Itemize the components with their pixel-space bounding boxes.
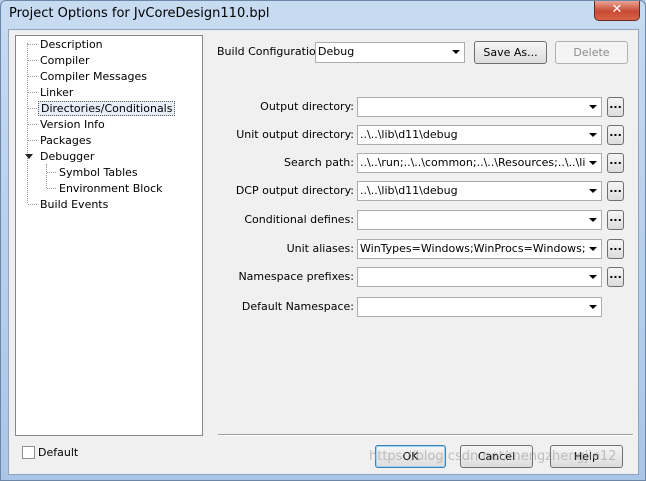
output-directory-label: Output directory: bbox=[260, 100, 354, 113]
dcp-output-directory-browse-button[interactable]: ... bbox=[607, 181, 624, 201]
dcp-output-directory-label: DCP output directory: bbox=[235, 184, 354, 197]
tree-line bbox=[27, 43, 28, 203]
tree-item-build-events[interactable]: Build Events bbox=[38, 197, 110, 212]
build-configuration-value: Debug bbox=[318, 45, 355, 58]
conditional-defines-browse-button[interactable]: ... bbox=[607, 210, 624, 230]
tree-item-linker[interactable]: Linker bbox=[38, 85, 75, 100]
tree-line bbox=[28, 76, 37, 77]
unit-aliases-input[interactable]: WinTypes=Windows;WinProcs=Windows;DbiT bbox=[357, 239, 602, 259]
save-as-button[interactable]: Save As... bbox=[474, 41, 547, 64]
default-checkbox-label[interactable]: Default bbox=[38, 446, 78, 459]
search-path-input[interactable]: ..\..\run;..\..\common;..\..\Resources;.… bbox=[357, 153, 602, 173]
bottom-separator bbox=[218, 434, 633, 436]
close-button[interactable]: ✕ bbox=[594, 1, 640, 21]
conditional-defines-label: Conditional defines: bbox=[244, 213, 354, 226]
cancel-button[interactable]: Cancel bbox=[460, 445, 533, 468]
unit-output-directory-browse-button[interactable]: ... bbox=[607, 125, 624, 145]
tree-line bbox=[28, 140, 37, 141]
build-configuration-label: Build Configuration bbox=[217, 45, 323, 58]
tree-item-compiler[interactable]: Compiler bbox=[38, 53, 92, 68]
namespace-prefixes-value bbox=[360, 268, 585, 286]
dropdown-arrow-icon bbox=[452, 50, 460, 54]
default-namespace-value bbox=[360, 298, 585, 316]
dcp-output-directory-value: ..\..\lib\d11\debug bbox=[360, 184, 458, 197]
dropdown-arrow-icon bbox=[589, 275, 597, 279]
tree-line bbox=[28, 92, 37, 93]
dialog-client-area: Description Compiler Compiler Messages L… bbox=[8, 29, 639, 475]
tree-item-directories-conditionals[interactable]: Directories/Conditionals bbox=[38, 101, 176, 116]
tree-line bbox=[47, 172, 56, 173]
namespace-prefixes-input[interactable] bbox=[357, 267, 602, 287]
dropdown-arrow-icon bbox=[589, 105, 597, 109]
tree-item-debugger[interactable]: Debugger bbox=[38, 149, 96, 164]
tree-item-compiler-messages[interactable]: Compiler Messages bbox=[38, 69, 149, 84]
tree-item-packages[interactable]: Packages bbox=[38, 133, 93, 148]
conditional-defines-value bbox=[360, 211, 585, 229]
dropdown-arrow-icon bbox=[589, 133, 597, 137]
dropdown-arrow-icon bbox=[589, 218, 597, 222]
search-path-label: Search path: bbox=[283, 156, 354, 169]
unit-output-directory-label: Unit output directory: bbox=[236, 128, 354, 141]
tree-line bbox=[28, 204, 37, 205]
build-configuration-select[interactable]: Debug bbox=[315, 42, 465, 63]
unit-aliases-browse-button[interactable]: ... bbox=[607, 239, 624, 259]
unit-aliases-value: WinTypes=Windows;WinProcs=Windows;DbiT bbox=[360, 242, 585, 255]
search-path-value: ..\..\run;..\..\common;..\..\Resources;.… bbox=[360, 156, 585, 169]
unit-aliases-label: Unit aliases: bbox=[286, 242, 354, 255]
dropdown-arrow-icon bbox=[589, 189, 597, 193]
dropdown-arrow-icon bbox=[589, 247, 597, 251]
tree-line bbox=[28, 44, 37, 45]
tree-line bbox=[28, 60, 37, 61]
window-title: Project Options for JvCoreDesign110.bpl bbox=[9, 6, 270, 21]
title-bar[interactable]: Project Options for JvCoreDesign110.bpl … bbox=[1, 1, 645, 29]
output-directory-value bbox=[360, 98, 585, 116]
tree-item-description[interactable]: Description bbox=[38, 37, 105, 52]
unit-output-directory-value: ..\..\lib\d11\debug bbox=[360, 128, 458, 141]
namespace-prefixes-label: Namespace prefixes: bbox=[238, 270, 354, 283]
output-directory-browse-button[interactable]: ... bbox=[607, 97, 624, 117]
delete-button[interactable]: Delete bbox=[555, 41, 628, 64]
options-tree[interactable]: Description Compiler Compiler Messages L… bbox=[15, 35, 203, 436]
help-button[interactable]: Help bbox=[550, 445, 623, 468]
tree-item-environment-block[interactable]: Environment Block bbox=[57, 181, 165, 196]
conditional-defines-input[interactable] bbox=[357, 210, 602, 230]
output-directory-input[interactable] bbox=[357, 97, 602, 117]
project-options-window: Project Options for JvCoreDesign110.bpl … bbox=[0, 0, 646, 481]
tree-line bbox=[28, 108, 37, 109]
tree-line bbox=[46, 164, 47, 188]
unit-output-directory-input[interactable]: ..\..\lib\d11\debug bbox=[357, 125, 602, 145]
dcp-output-directory-input[interactable]: ..\..\lib\d11\debug bbox=[357, 181, 602, 201]
tree-item-version-info[interactable]: Version Info bbox=[38, 117, 107, 132]
default-namespace-label: Default Namespace: bbox=[241, 300, 354, 313]
tree-line bbox=[47, 188, 56, 189]
namespace-prefixes-browse-button[interactable]: ... bbox=[607, 267, 624, 287]
expand-collapse-icon[interactable] bbox=[25, 154, 33, 159]
ok-button[interactable]: OK bbox=[375, 445, 446, 468]
tree-item-symbol-tables[interactable]: Symbol Tables bbox=[57, 165, 140, 180]
search-path-browse-button[interactable]: ... bbox=[607, 153, 624, 173]
dropdown-arrow-icon bbox=[589, 305, 597, 309]
tree-line bbox=[28, 124, 37, 125]
default-namespace-input[interactable] bbox=[357, 297, 602, 317]
default-checkbox[interactable] bbox=[22, 446, 35, 459]
dropdown-arrow-icon bbox=[589, 161, 597, 165]
